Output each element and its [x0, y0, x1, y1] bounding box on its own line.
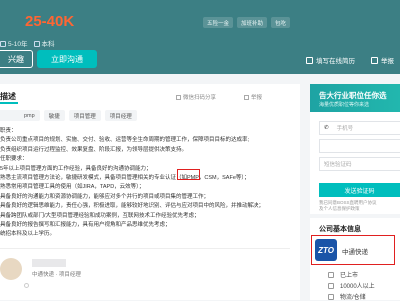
job-description: 职责： 负责公司重点项目的规划、实施、交付、验收、运营等全生命周期的管理工作，保…	[0, 127, 290, 240]
agreement-text[interactable]: 及个人信息保护政策	[319, 206, 360, 212]
skill-tag: 敏捷	[43, 110, 65, 121]
skill-tag: 项目管理	[68, 110, 101, 121]
recruiter-avatar[interactable]	[0, 258, 22, 280]
stage-icon	[328, 271, 334, 278]
promo-subtitle: 海量优质职位等你来选	[319, 102, 370, 108]
education-meta: 本科	[33, 38, 55, 48]
description-line: 熟悉常用项目管理工具的使用（如JIRA，TAPD，云效等）；	[0, 184, 145, 191]
benefit-tag: 包吃	[271, 17, 291, 28]
quick-login-card: 告大行业职位任你选 海量优质职位等你来选 ✆ 手机号 短信验证码 发送验证码 我已…	[310, 84, 400, 214]
description-line: 5年以上项目管理方面的工作经验，具备良好的沟通协调能力；	[0, 165, 152, 172]
report-icon	[371, 57, 378, 64]
send-code-button[interactable]: 发送验证码	[319, 183, 400, 197]
description-line: 具备良好的沟通能力和资源协调能力，能够应对多个并行的项目或项目集的管理工作；	[0, 193, 210, 200]
industry-icon	[328, 293, 334, 300]
section-title: 描述	[0, 92, 16, 101]
benefit-tag: 加班补助	[237, 17, 268, 28]
company-section-title: 公司基本信息	[319, 226, 361, 233]
wechat-icon	[176, 95, 181, 100]
people-icon	[328, 282, 334, 289]
description-line: 熟悉主流项目管理方法论，敏捷研发模式，具备项目管理相关的专业认证（如PMP，CS…	[0, 175, 250, 182]
company-size: 10000人以上	[328, 281, 375, 290]
chat-now-button[interactable]: 立即沟通	[37, 50, 97, 68]
clock-icon	[0, 41, 6, 47]
description-line: 具备跨团队或部门/大型项目管理经验和成功案例，互联网技术工作经验优先考虑；	[0, 212, 200, 219]
description-line: 具备良好的报告撰写和汇报能力，具有用户视角和产品思维优先考虑；	[0, 222, 171, 229]
skill-tags: pmp 敏捷 项目管理 项目经理	[0, 110, 137, 121]
skill-tag: pmp	[0, 110, 40, 121]
description-line: 职责：	[0, 128, 17, 134]
sms-code-input[interactable]: 短信验证码	[319, 157, 400, 171]
description-line: 具备良好的逻辑思维能力，责任心强，积极进取，能够较好地识别、评估与应对项目中的风…	[0, 203, 265, 210]
report-icon	[244, 95, 249, 100]
description-line: 负责组织项目运行过程监控、效果复盘、阶段汇报，为领导层提供决策支持。	[0, 146, 188, 153]
promo-title: 告大行业职位任你选	[319, 91, 387, 100]
interest-button[interactable]: 兴趣	[0, 50, 33, 68]
captcha-field[interactable]	[319, 139, 400, 153]
job-header: 25-40K 5-10年 本科 兴趣 立即沟通 五险一金 加班补助 包吃 填写在…	[0, 0, 400, 74]
company-logo[interactable]: ZTO	[315, 239, 337, 261]
report-job-link[interactable]: 举报	[244, 93, 262, 101]
salary: 25-40K	[25, 13, 75, 30]
report-link[interactable]: 举报	[371, 55, 394, 65]
description-line: 任职要求：	[0, 156, 28, 163]
experience-meta: 5-10年	[0, 38, 28, 48]
benefit-tag: 五险一金	[203, 17, 234, 28]
share-link[interactable]: 微信扫码分享	[176, 93, 216, 101]
job-meta: 5-10年 本科	[0, 38, 55, 48]
resume-icon	[306, 57, 313, 64]
online-status-icon	[24, 283, 29, 288]
title-underline	[0, 102, 18, 104]
divider	[0, 248, 290, 249]
description-line: 负责公司重点项目的规划、实施、交付、验收、运营等全生命周期的管理工作，保障项目目…	[0, 137, 250, 144]
company-name[interactable]: 中通快递	[342, 246, 368, 256]
education-icon	[33, 41, 40, 47]
pmp-highlight-box	[177, 169, 200, 180]
company-info-card: 公司基本信息 ZTO 中通快递 已上市 10000人以上 物流/仓储	[310, 218, 400, 301]
company-stage: 已上市	[328, 270, 358, 279]
job-detail-card: 描述 微信扫码分享 举报 pmp 敏捷 项目管理 项目经理 职责： 负责公司重点…	[0, 84, 300, 300]
country-code-icon: ✆	[324, 125, 329, 131]
recruiter-title: 中通快递 · 项目经理	[32, 272, 81, 278]
description-line: 统招本科及以上学历。	[0, 231, 56, 238]
recruiter-name-blurred	[32, 259, 66, 267]
benefit-tags: 五险一金 加班补助 包吃	[203, 17, 291, 28]
header-actions: 填写在线简历 举报	[306, 55, 394, 65]
promo-banner: 告大行业职位任你选 海量优质职位等你来选	[310, 84, 400, 112]
online-resume-link[interactable]: 填写在线简历	[306, 55, 355, 65]
skill-tag: 项目经理	[104, 110, 137, 121]
phone-input[interactable]: ✆ 手机号	[319, 121, 400, 135]
